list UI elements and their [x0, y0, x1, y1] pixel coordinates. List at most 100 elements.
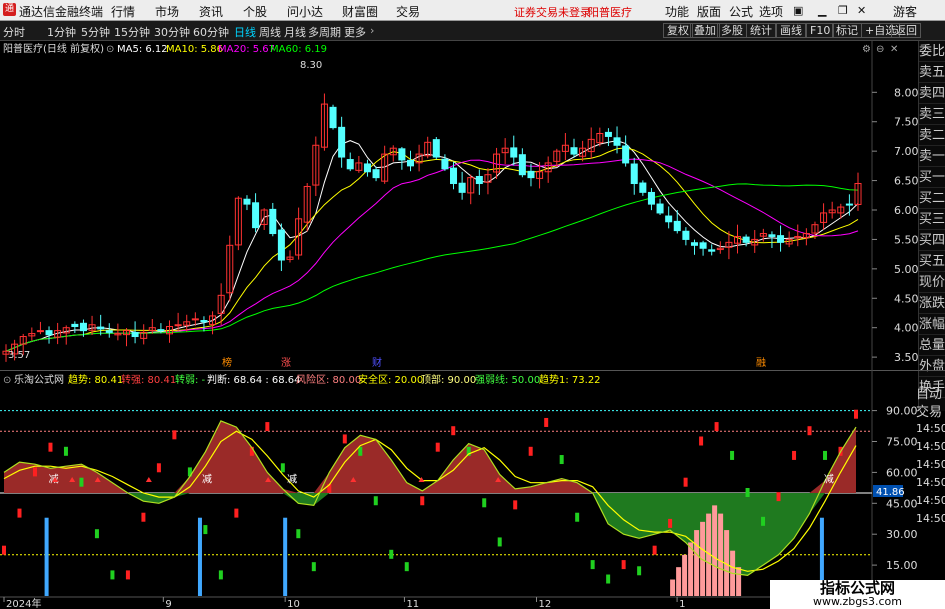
x-tick-label: 1: [679, 599, 685, 609]
close-chart-icon[interactable]: ✕: [890, 44, 898, 55]
judge-bar: [311, 562, 316, 572]
period-1min[interactable]: 1分钟: [47, 24, 76, 40]
huaxian-button[interactable]: 画线: [776, 23, 806, 38]
ma60-label: MA60: 6.19: [270, 44, 327, 55]
judge-bar: [482, 498, 487, 508]
judge-bar: [373, 496, 378, 506]
panel-sell5[interactable]: 卖五: [919, 62, 945, 83]
indicator-tick-label: 60.00: [886, 466, 918, 479]
period-60min[interactable]: 60分钟: [193, 24, 229, 40]
event-marker-cai[interactable]: 财: [372, 356, 382, 369]
close-icon[interactable]: ✕: [857, 4, 866, 17]
menu-gongshi[interactable]: 公式: [729, 3, 753, 20]
candle-body: [79, 322, 87, 332]
watermark-title: 指标公式网: [819, 579, 895, 597]
panel-sell3[interactable]: 卖三: [919, 104, 945, 125]
auto-trade-label-1[interactable]: 自动: [916, 387, 942, 402]
panel-sell1[interactable]: 卖一: [919, 146, 945, 167]
panel-zongliang[interactable]: 总量: [919, 335, 945, 356]
period-15min[interactable]: 15分钟: [114, 24, 150, 40]
time-label: 14:50: [916, 458, 945, 471]
menu-shichang[interactable]: 市场: [155, 3, 179, 20]
auto-trade-label-2[interactable]: 交易: [916, 404, 942, 420]
fuquan-button[interactable]: 复权: [663, 23, 693, 38]
restore-icon[interactable]: ❐: [838, 4, 848, 17]
judge-bar: [621, 560, 626, 570]
menu-gegu[interactable]: 个股: [243, 3, 267, 20]
candle-body: [475, 175, 483, 185]
panel-buy2[interactable]: 买二: [919, 188, 945, 209]
window-tab-icon[interactable]: ▣: [793, 4, 803, 17]
period-5min[interactable]: 5分钟: [81, 24, 110, 40]
ind-value-dingbu: 顶部: 90.00: [421, 373, 476, 386]
judge-bar: [48, 442, 53, 452]
menu-gongneng[interactable]: 功能: [665, 3, 689, 20]
period-30min[interactable]: 30分钟: [154, 24, 190, 40]
menu-xuanxiang[interactable]: 选项: [759, 3, 783, 20]
candle-body: [105, 330, 113, 333]
candle-body: [518, 154, 526, 176]
time-label: 14:50: [916, 422, 945, 435]
candle-body: [673, 220, 681, 232]
collapse-icon[interactable]: ⊙: [106, 44, 114, 55]
duogu-button[interactable]: 多股: [717, 23, 747, 38]
f10-button[interactable]: F10: [806, 23, 835, 38]
menu-zixun[interactable]: 资讯: [199, 3, 223, 20]
menu-jiaoyi[interactable]: 交易: [396, 3, 420, 20]
menu-wenxiaoda[interactable]: 问小达: [287, 3, 323, 20]
candle-body: [690, 242, 698, 246]
event-marker-zhang[interactable]: 涨: [281, 357, 291, 369]
event-marker-rong[interactable]: 融: [756, 357, 766, 369]
diejia-button[interactable]: 叠加: [690, 23, 720, 38]
zoom-out-icon[interactable]: ⊖: [876, 44, 884, 55]
panel-weibi[interactable]: 委比: [919, 41, 945, 62]
menu-hangqing[interactable]: 行情: [111, 3, 135, 20]
fanhui-button[interactable]: 返回: [891, 23, 921, 38]
judge-bar: [296, 529, 301, 539]
period-weekly[interactable]: 周线: [259, 24, 281, 40]
high-price-label: 8.30: [300, 60, 322, 71]
biaoji-button[interactable]: 标记: [832, 23, 862, 38]
panel-buy5[interactable]: 买五: [919, 251, 945, 272]
ind-value-qushi: 趋势: 80.41: [68, 373, 123, 386]
settings-icon[interactable]: ⚙: [862, 44, 871, 55]
candle-body: [338, 126, 346, 158]
period-multi[interactable]: 多周期: [308, 24, 341, 40]
judge-bar: [559, 455, 564, 465]
panel-xianjia[interactable]: 现价: [919, 272, 945, 293]
panel-sell4[interactable]: 卖四: [919, 83, 945, 104]
price-tick-label: 6.50: [894, 175, 918, 188]
panel-zhangfu[interactable]: 涨幅: [919, 314, 945, 335]
minimize-icon[interactable]: ▁: [818, 4, 826, 17]
volume-bar: [682, 554, 688, 596]
ind-value-anquanqu: 安全区: 20.00: [358, 373, 423, 386]
panel-buy3[interactable]: 买三: [919, 209, 945, 230]
period-daily[interactable]: 日线: [234, 24, 256, 40]
guest-label[interactable]: 游客: [893, 3, 917, 20]
period-fenshi[interactable]: 分时: [3, 24, 25, 40]
panel-sell2[interactable]: 卖二: [919, 125, 945, 146]
judge-bar: [761, 516, 766, 526]
menu-caifuquan[interactable]: 财富圈: [342, 3, 378, 20]
panel-buy4[interactable]: 买四: [919, 230, 945, 251]
login-status[interactable]: 证券交易未登录: [514, 4, 591, 20]
indicator-collapse-icon[interactable]: ⊙: [3, 375, 11, 386]
price-chart[interactable]: 阳普医疗(日线 前复权) ⊙ MA5: 6.12 MA10: 5.86 MA20…: [0, 41, 918, 370]
period-monthly[interactable]: 月线: [284, 24, 306, 40]
judge-bar: [637, 566, 642, 576]
candle-body: [527, 170, 535, 179]
judge-bar: [342, 434, 347, 444]
candle-body: [131, 331, 139, 338]
tongji-button[interactable]: 统计: [746, 23, 776, 38]
moving-average-lines: [5, 140, 859, 352]
menu-banmian[interactable]: 版面: [697, 3, 721, 20]
chevron-right-icon[interactable]: ›: [370, 24, 374, 37]
event-marker-bang[interactable]: 榜: [222, 356, 232, 369]
panel-zhangdie[interactable]: 涨跌: [919, 293, 945, 314]
indicator-chart[interactable]: ⊙ 乐淘公式网 趋势: 80.41 转强: 80.41 转弱: - 判断: 68…: [0, 370, 945, 609]
ind-value-zhuanqiang: 转强: 80.41: [121, 373, 176, 386]
period-more[interactable]: 更多: [344, 24, 366, 40]
indicator-tick-label: 30.00: [886, 528, 918, 541]
time-label: 14:50: [916, 494, 945, 507]
panel-buy1[interactable]: 买一: [919, 167, 945, 188]
